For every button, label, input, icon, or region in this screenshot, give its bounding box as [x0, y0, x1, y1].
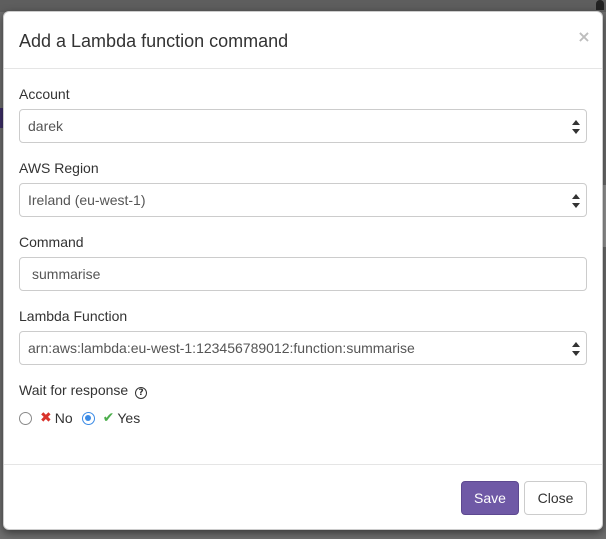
command-input[interactable]: summarise	[19, 257, 587, 291]
select-arrows-icon	[572, 193, 580, 209]
lambda-function-label: Lambda Function	[19, 308, 128, 324]
account-select[interactable]: darek	[19, 109, 587, 143]
select-arrows-icon	[572, 341, 580, 357]
command-input-value: summarise	[32, 266, 101, 282]
x-icon: ✖	[40, 410, 52, 426]
radio-no[interactable]	[19, 411, 32, 425]
region-select[interactable]: Ireland (eu-west-1)	[19, 183, 587, 217]
dialog-title: Add a Lambda function command	[19, 31, 289, 51]
dialog-body: Account darek AWS Region Ireland (eu-wes…	[4, 69, 602, 466]
dialog-footer: Save Close	[4, 464, 602, 529]
wait-for-response-options: ✖ No ✔ Yes	[19, 410, 149, 426]
lambda-command-dialog: Add a Lambda function command × Account …	[3, 11, 603, 530]
lambda-function-select[interactable]: arn:aws:lambda:eu-west-1:123456789012:fu…	[19, 331, 587, 365]
select-arrows-icon	[572, 119, 580, 135]
region-label: AWS Region	[19, 160, 99, 176]
command-label: Command	[19, 234, 84, 250]
save-button[interactable]: Save	[461, 481, 519, 515]
region-select-value: Ireland (eu-west-1)	[28, 192, 146, 208]
radio-no-label[interactable]: No	[55, 410, 73, 426]
wait-for-response-label: Wait for response ?	[19, 382, 148, 399]
account-label: Account	[19, 86, 70, 102]
account-select-value: darek	[28, 118, 64, 134]
dialog-header: Add a Lambda function command ×	[4, 12, 602, 69]
wait-for-response-text: Wait for response	[19, 382, 129, 398]
user-icon	[596, 0, 604, 10]
check-icon: ✔	[102, 410, 115, 426]
radio-yes-label[interactable]: Yes	[117, 410, 140, 426]
close-button[interactable]: Close	[524, 481, 587, 515]
lambda-function-select-value: arn:aws:lambda:eu-west-1:123456789012:fu…	[28, 340, 415, 356]
question-circle-icon[interactable]: ?	[135, 387, 148, 399]
radio-yes[interactable]	[81, 411, 95, 425]
close-icon[interactable]: ×	[576, 28, 592, 46]
